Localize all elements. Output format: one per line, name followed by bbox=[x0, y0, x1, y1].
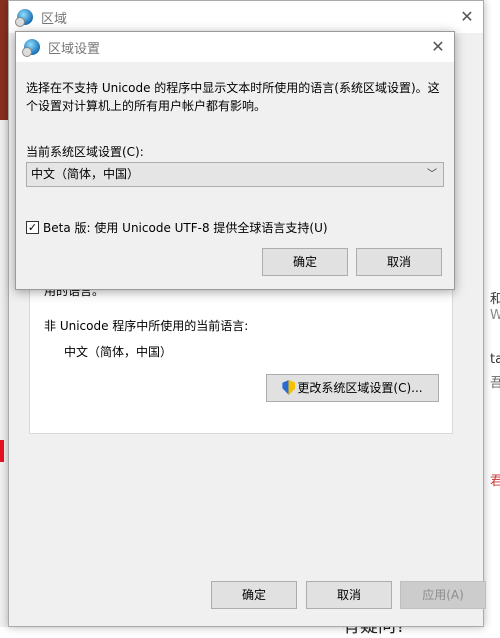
window-title: 区域 bbox=[41, 11, 68, 27]
title-bar: 区域 bbox=[9, 1, 483, 33]
beta-utf8-checkbox[interactable]: ✓ Beta 版: 使用 Unicode UTF-8 提供全球语言支持(U) bbox=[26, 219, 328, 236]
close-icon[interactable]: ✕ bbox=[457, 7, 477, 27]
background-webpage: 和 W ta 吾 君 bbox=[484, 0, 500, 627]
close-icon[interactable]: ✕ bbox=[428, 37, 448, 57]
current-language-value: 中文（简体，中国） bbox=[64, 345, 173, 359]
ok-button[interactable]: 确定 bbox=[211, 581, 297, 609]
bg-text: ta bbox=[490, 352, 500, 367]
desktop-wallpaper bbox=[0, 0, 8, 120]
globe-clock-icon bbox=[22, 39, 40, 57]
checkbox-checked-icon[interactable]: ✓ bbox=[26, 221, 39, 234]
system-locale-select[interactable]: 中文（简体，中国） ﹀ bbox=[26, 162, 444, 187]
current-language-label: 非 Unicode 程序中所使用的当前语言: bbox=[44, 319, 249, 333]
globe-clock-icon bbox=[15, 9, 33, 27]
chevron-down-icon: ﹀ bbox=[427, 169, 437, 180]
selected-locale: 中文（简体，中国） bbox=[31, 167, 140, 181]
desktop-red-marker bbox=[0, 440, 4, 462]
apply-button[interactable]: 应用(A) bbox=[400, 581, 486, 609]
dialog-title: 区域设置 bbox=[48, 41, 101, 57]
dialog-cancel-button[interactable]: 取消 bbox=[356, 248, 442, 276]
locale-label: 当前系统区域设置(C): bbox=[26, 145, 144, 159]
change-system-locale-button[interactable]: 更改系统区域设置(C)... bbox=[266, 374, 439, 402]
dialog-title-bar: 区域设置 bbox=[16, 32, 454, 62]
dialog-description: 选择在不支持 Unicode 的程序中显示文本时所使用的语言(系统区域设置)。这… bbox=[26, 81, 440, 113]
checkbox-label: Beta 版: 使用 Unicode UTF-8 提供全球语言支持(U) bbox=[43, 221, 328, 235]
bg-text: 吾 bbox=[490, 376, 500, 391]
bg-text: 君 bbox=[490, 474, 500, 489]
cancel-button[interactable]: 取消 bbox=[306, 581, 392, 609]
bg-text: 和 bbox=[490, 292, 500, 307]
button-label: 更改系统区域设置(C)... bbox=[297, 381, 423, 395]
uac-shield-icon bbox=[282, 380, 296, 395]
bg-text: W bbox=[490, 308, 500, 323]
dialog-ok-button[interactable]: 确定 bbox=[262, 248, 348, 276]
region-settings-dialog: 区域设置 ✕ 选择在不支持 Unicode 的程序中显示文本时所使用的语言(系统… bbox=[15, 31, 455, 290]
